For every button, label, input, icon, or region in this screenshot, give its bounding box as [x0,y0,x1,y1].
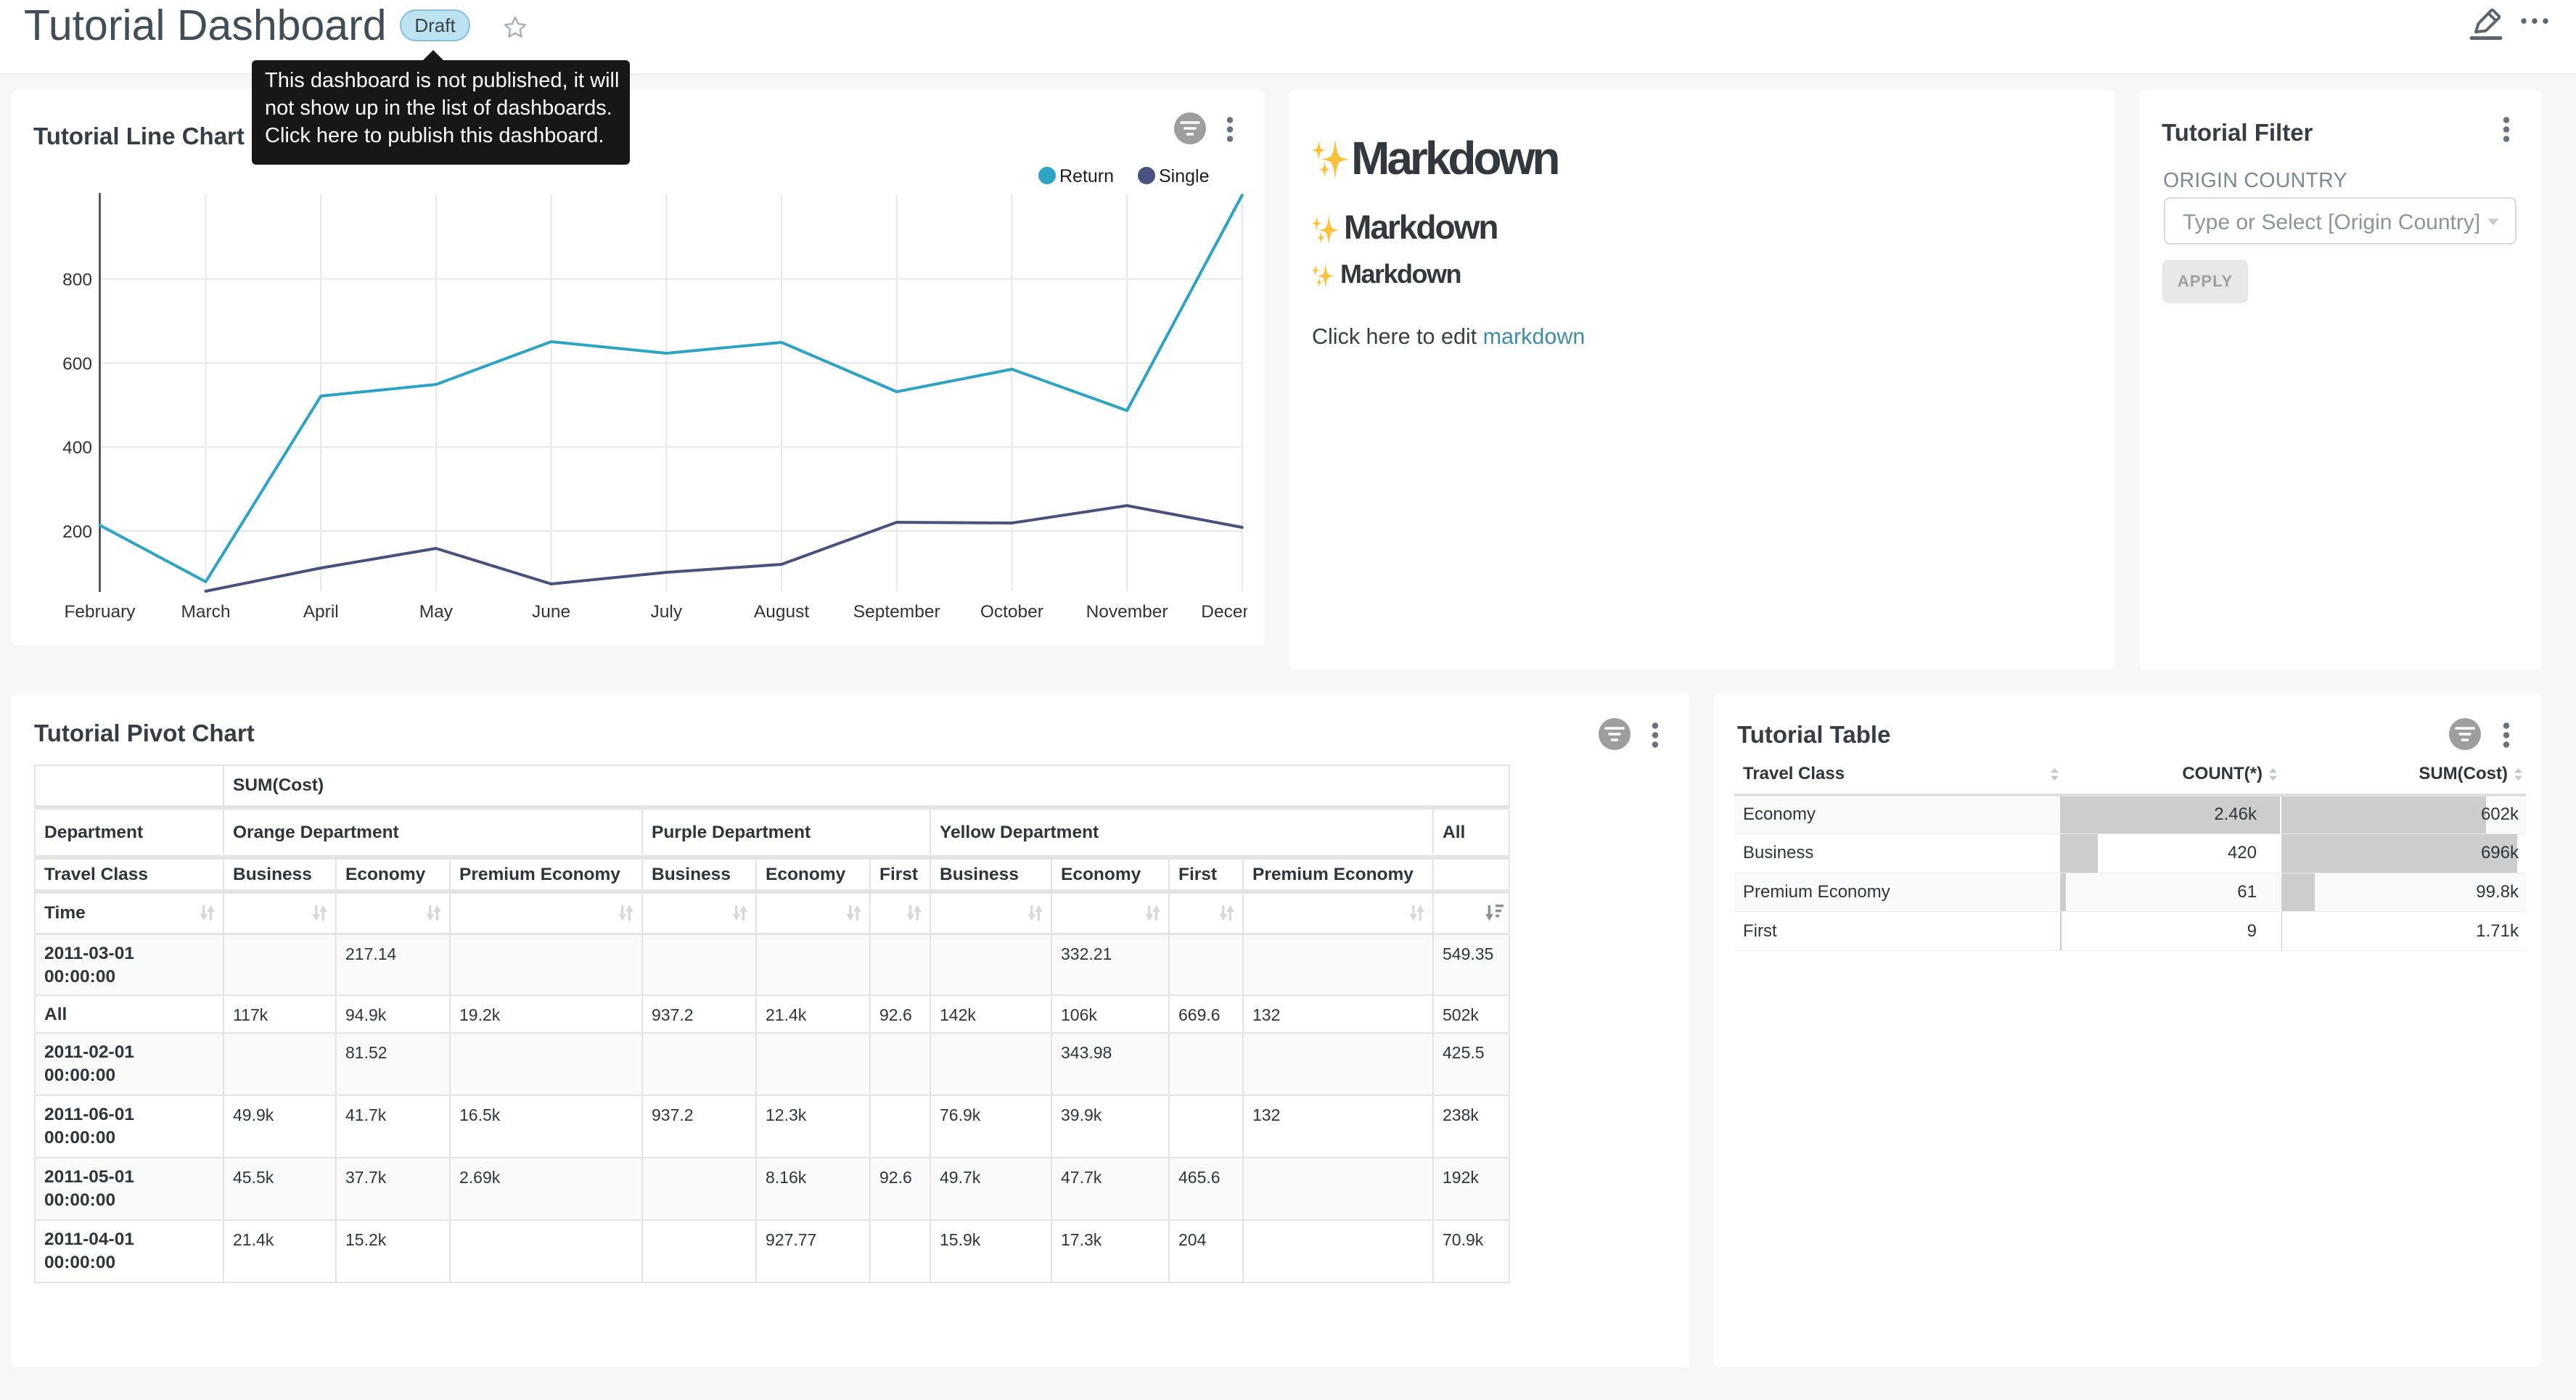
svg-text:September: September [853,602,940,622]
svg-text:April: April [303,602,339,622]
svg-text:March: March [181,602,230,622]
svg-text:October: October [980,602,1043,622]
svg-text:February: February [64,602,136,622]
svg-text:800: 800 [62,271,92,290]
svg-text:Return: Return [1059,166,1114,186]
svg-text:200: 200 [62,522,92,542]
svg-text:600: 600 [62,354,92,374]
svg-text:Single: Single [1159,166,1210,186]
svg-text:December: December [1201,602,1247,622]
svg-text:July: July [651,602,683,622]
svg-text:November: November [1086,602,1168,622]
svg-text:400: 400 [62,438,92,458]
svg-text:June: June [532,602,570,622]
svg-text:May: May [419,602,454,622]
svg-text:August: August [754,602,809,622]
